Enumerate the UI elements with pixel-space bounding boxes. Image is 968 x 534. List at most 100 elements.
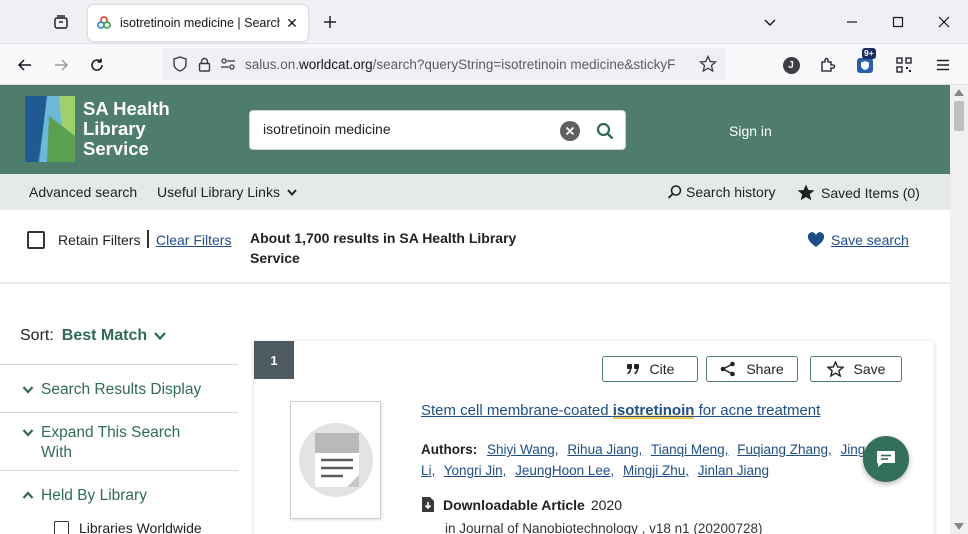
publication-year: 2020 bbox=[590, 496, 622, 513]
journal-info: in Journal of Nanobiotechnology , v18 n1… bbox=[445, 521, 763, 534]
author-link[interactable]: Tianqi Meng, bbox=[651, 442, 729, 457]
worldcat-favicon-icon bbox=[96, 15, 112, 31]
search-box bbox=[249, 110, 626, 150]
search-icon[interactable] bbox=[594, 120, 616, 142]
new-tab-icon[interactable] bbox=[318, 10, 342, 34]
author-link[interactable]: JeungHoon Lee, bbox=[515, 463, 614, 478]
advanced-search-link[interactable]: Advanced search bbox=[29, 184, 137, 200]
cite-button[interactable]: Cite bbox=[602, 356, 698, 382]
chevron-up-icon bbox=[22, 491, 34, 499]
libraries-worldwide-option[interactable]: Libraries Worldwide bbox=[54, 520, 202, 534]
search-history-link[interactable]: Search history bbox=[667, 184, 775, 200]
permissions-icon[interactable] bbox=[219, 55, 237, 73]
author-link[interactable]: Jinlan Jiang bbox=[698, 463, 769, 478]
sidebar-item-search-results-display[interactable]: Search Results Display bbox=[22, 380, 201, 400]
shield-icon[interactable] bbox=[171, 55, 189, 73]
logo-line-1: SA Health bbox=[83, 98, 170, 119]
libraries-worldwide-checkbox[interactable] bbox=[54, 520, 69, 534]
sidebar-divider bbox=[0, 364, 238, 365]
format-info: Downloadable Article 2020 bbox=[421, 496, 622, 513]
account-initial: J bbox=[782, 56, 800, 74]
app-menu-icon[interactable] bbox=[930, 52, 956, 78]
url-prefix: salus.on. bbox=[245, 56, 300, 72]
saved-items-label: Saved Items (0) bbox=[821, 184, 920, 201]
library-logo[interactable]: SA Health Library Service bbox=[25, 96, 175, 162]
sign-in-link[interactable]: Sign in bbox=[729, 123, 772, 139]
search-input[interactable] bbox=[263, 121, 553, 137]
close-tab-icon[interactable]: ✕ bbox=[284, 15, 300, 31]
forward-arrow-icon[interactable] bbox=[48, 52, 74, 78]
advanced-search-label: Advanced search bbox=[29, 184, 138, 200]
chat-button[interactable] bbox=[863, 436, 909, 482]
url-text[interactable]: salus.on.worldcat.org/search?queryString… bbox=[245, 57, 685, 72]
extensions-icon[interactable] bbox=[814, 52, 840, 78]
account-icon[interactable]: J bbox=[778, 52, 804, 78]
article-thumbnail[interactable] bbox=[290, 401, 381, 519]
bookmark-star-icon[interactable] bbox=[698, 54, 718, 74]
page-scrollbar[interactable] bbox=[950, 85, 968, 534]
authors-label: Authors: bbox=[421, 442, 478, 457]
chevron-down-icon bbox=[154, 332, 166, 341]
save-button[interactable]: Save bbox=[810, 356, 902, 382]
chevron-down-icon bbox=[22, 429, 34, 437]
share-button[interactable]: Share bbox=[706, 356, 798, 382]
library-logo-text: SA Health Library Service bbox=[83, 99, 170, 159]
retain-filters-label[interactable]: Retain Filters bbox=[58, 232, 140, 248]
libraries-worldwide-label: Libraries Worldwide bbox=[79, 520, 202, 534]
author-link[interactable]: Mingji Zhu, bbox=[623, 463, 689, 478]
minimize-window-icon[interactable] bbox=[838, 8, 866, 36]
back-arrow-icon[interactable] bbox=[12, 52, 38, 78]
cite-label: Cite bbox=[649, 361, 675, 377]
quote-icon bbox=[626, 363, 640, 375]
logo-line-2: Library bbox=[83, 118, 146, 139]
browser-tab-bar: isotretinoin medicine | Search | ✕ bbox=[0, 0, 968, 44]
author-link[interactable]: Fuqiang Zhang, bbox=[737, 442, 832, 457]
scroll-up-arrow-icon[interactable] bbox=[954, 89, 964, 96]
sort-label: Sort: bbox=[20, 327, 54, 344]
star-icon bbox=[797, 184, 815, 201]
saved-items-link[interactable]: Saved Items (0) bbox=[797, 184, 920, 201]
qr-code-icon[interactable] bbox=[891, 52, 917, 78]
useful-links-menu[interactable]: Useful Library Links bbox=[157, 184, 298, 200]
retain-filters-checkbox[interactable] bbox=[27, 231, 45, 249]
download-document-icon bbox=[421, 496, 435, 513]
tab-overview-icon[interactable] bbox=[49, 10, 73, 34]
save-label: Save bbox=[853, 361, 886, 377]
clear-search-icon[interactable] bbox=[560, 121, 580, 141]
sidebar-item-label: Held By Library bbox=[41, 487, 147, 504]
lock-icon[interactable] bbox=[195, 55, 213, 73]
authors-list: Authors: Shiyi Wang, Rihua Jiang, Tianqi… bbox=[421, 439, 876, 481]
extension-shield-icon[interactable]: 9+ bbox=[852, 48, 878, 78]
sidebar-item-label: Search Results Display bbox=[41, 381, 202, 398]
search-history-label: Search history bbox=[686, 184, 776, 200]
sort-control[interactable]: Sort: Best Match bbox=[20, 327, 167, 345]
url-path: /search?queryString=isotretinoin medicin… bbox=[372, 56, 676, 72]
chevron-down-icon bbox=[287, 189, 297, 197]
save-search-link[interactable]: Save search bbox=[807, 232, 909, 248]
sort-value: Best Match bbox=[61, 327, 148, 344]
sidebar-item-held-by-library[interactable]: Held By Library bbox=[22, 486, 147, 506]
scrollbar-thumb[interactable] bbox=[954, 101, 964, 131]
result-card: 1 Cite Share Save Stem cell membrane-coa… bbox=[254, 341, 934, 534]
author-link[interactable]: Shiyi Wang, bbox=[487, 442, 559, 457]
reload-icon[interactable] bbox=[84, 52, 110, 78]
browser-nav-bar: salus.on.worldcat.org/search?queryString… bbox=[0, 44, 968, 85]
sidebar-divider bbox=[0, 470, 238, 471]
results-count: About 1,700 results in SA Health Library… bbox=[250, 230, 517, 266]
filter-divider bbox=[147, 230, 149, 248]
result-title-link[interactable]: Stem cell membrane-coated isotretinoin f… bbox=[421, 402, 820, 419]
address-bar[interactable]: salus.on.worldcat.org/search?queryString… bbox=[163, 48, 726, 80]
close-window-icon[interactable] bbox=[930, 8, 958, 36]
author-link[interactable]: Rihua Jiang, bbox=[567, 442, 642, 457]
heart-icon bbox=[807, 232, 825, 247]
share-label: Share bbox=[746, 361, 784, 377]
chat-icon bbox=[877, 451, 895, 467]
share-icon bbox=[720, 361, 736, 377]
sidebar-item-expand-search[interactable]: Expand This Search With bbox=[22, 423, 212, 463]
scroll-down-arrow-icon[interactable] bbox=[954, 523, 964, 530]
clear-filters-link[interactable]: Clear Filters bbox=[156, 232, 231, 248]
author-link[interactable]: Yongri Jin, bbox=[444, 463, 507, 478]
active-tab[interactable]: isotretinoin medicine | Search | ✕ bbox=[88, 5, 308, 41]
maximize-window-icon[interactable] bbox=[884, 8, 912, 36]
list-all-tabs-icon[interactable] bbox=[756, 8, 784, 36]
